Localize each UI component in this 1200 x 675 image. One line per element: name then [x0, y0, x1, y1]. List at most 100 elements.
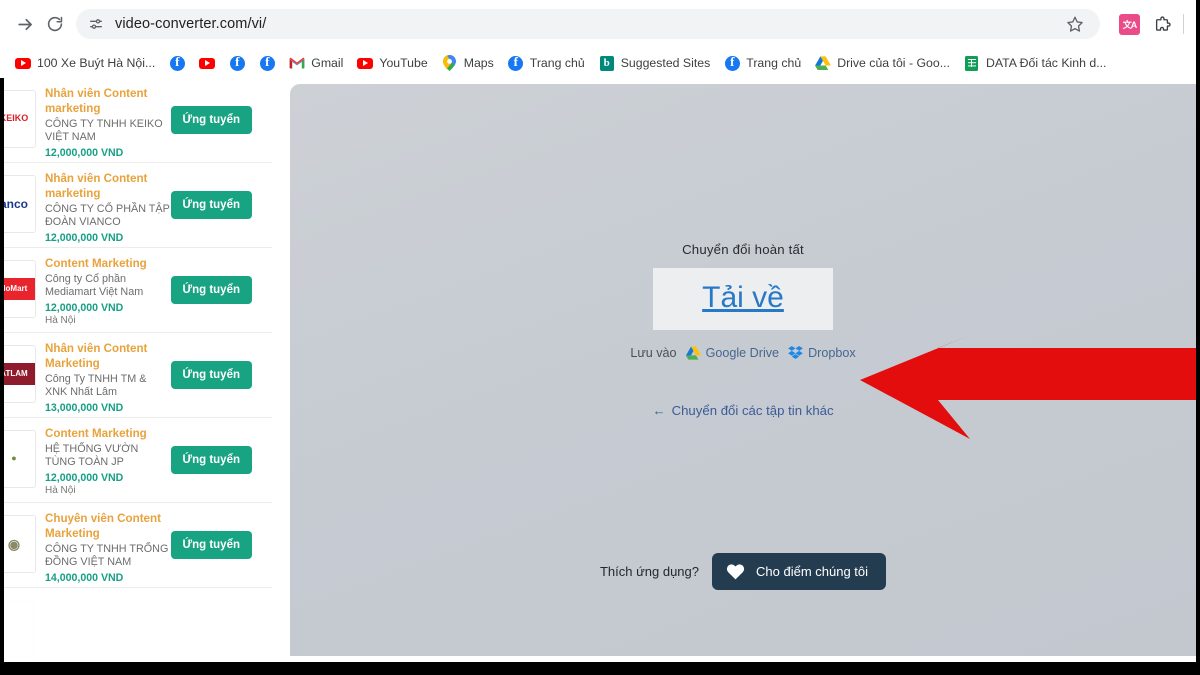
job-list-item[interactable]: ◉ Chuyên viên Content Marketing CÔNG TY …: [0, 503, 272, 588]
bookmarks-bar: 100 Xe Buýt Hà Nội... f f f Gmail YouTub…: [0, 48, 1200, 78]
bookmark-label: Maps: [463, 56, 494, 70]
save-to-label: Lưu vào: [630, 346, 677, 360]
company-logo-text: doMart: [0, 277, 35, 301]
heart-icon: [726, 563, 745, 580]
bookmark-label: Gmail: [311, 56, 344, 70]
company-logo-text: anco: [0, 197, 28, 211]
job-title: [45, 597, 262, 612]
apply-button[interactable]: Ứng tuyển: [170, 446, 252, 474]
window-border-left: [0, 78, 4, 662]
job-info: Chuyên viên Content Marketing CÔNG TY TN…: [36, 511, 171, 585]
job-list-item[interactable]: ● Content Marketing HỆ THỐNG VƯỜN TÙNG T…: [0, 418, 272, 503]
youtube-icon: [15, 55, 31, 71]
convert-other-files-link[interactable]: ← Chuyển đổi các tập tin khác: [652, 403, 833, 418]
job-company: CÔNG TY CỔ PHẦN TẬP ĐOÀN VIANCO: [45, 202, 170, 229]
toolbar-actions: 文A: [1108, 11, 1190, 37]
toolbar-divider: [1183, 14, 1184, 34]
bookmark-item-suggested-sites[interactable]: b Suggested Sites: [592, 51, 718, 75]
company-logo-text: ◉: [7, 536, 21, 552]
job-salary: 12,000,000 VND: [45, 146, 124, 159]
bookmark-label: 100 Xe Buýt Hà Nội...: [37, 56, 156, 70]
job-info: Nhân viên Content marketing CÔNG TY CỔ P…: [36, 171, 171, 245]
job-company: [45, 613, 262, 626]
job-salary: 13,000,000 VND: [45, 401, 124, 414]
job-info: [36, 596, 262, 640]
save-to-dropbox[interactable]: Dropbox: [788, 346, 856, 360]
translate-icon[interactable]: 文A: [1119, 13, 1140, 35]
apply-button[interactable]: Ứng tuyển: [170, 531, 252, 559]
bookmark-item[interactable]: [192, 51, 222, 75]
save-to-row: Lưu vào Google Drive Dropbox: [290, 346, 1196, 360]
save-to-google-drive[interactable]: Google Drive: [685, 346, 779, 360]
facebook-icon: [259, 54, 275, 71]
job-title[interactable]: Nhân viên Content marketing: [45, 87, 171, 117]
apply-button[interactable]: Ứng tuyển: [170, 191, 252, 219]
conversion-status: Chuyển đổi hoàn tất: [682, 242, 804, 257]
apply-button[interactable]: Ứng tuyển: [170, 106, 252, 134]
company-logo-text: ●: [11, 454, 17, 464]
job-location: Hà Nội: [45, 314, 76, 326]
bookmark-item-data-sheet[interactable]: DATA Đối tác Kinh d...: [957, 51, 1114, 75]
browser-window: video-converter.com/vi/ 文A 100 Xe Buýt H…: [0, 0, 1200, 675]
job-list-sidebar[interactable]: KEIKO Nhân viên Content marketing CÔNG T…: [0, 78, 272, 662]
company-logo: ATLAM: [0, 345, 36, 403]
job-title[interactable]: Chuyên viên Content Marketing: [45, 512, 171, 542]
browser-toolbar: video-converter.com/vi/ 文A: [0, 0, 1200, 48]
youtube-icon: [357, 55, 374, 71]
company-logo-text: ATLAM: [0, 362, 35, 386]
job-info: Content Marketing HỆ THỐNG VƯỜN TÙNG TOÀ…: [36, 426, 171, 496]
google-sheets-icon: [964, 55, 980, 71]
job-title[interactable]: Content Marketing: [45, 427, 171, 442]
forward-button[interactable]: [10, 9, 40, 39]
browser-chrome: video-converter.com/vi/ 文A 100 Xe Buýt H…: [0, 0, 1200, 78]
maps-pin-icon: [442, 55, 458, 71]
star-icon[interactable]: [1062, 11, 1088, 37]
reload-button[interactable]: [40, 9, 70, 39]
facebook-icon: [724, 54, 740, 71]
dropbox-label: Dropbox: [808, 346, 856, 360]
job-list-item[interactable]: doMart Content Marketing Công ty Cổ phần…: [0, 248, 272, 333]
url-text[interactable]: video-converter.com/vi/: [115, 16, 1058, 32]
job-title[interactable]: Nhân viên Content marketing: [45, 172, 171, 202]
arrow-left-icon: ←: [652, 403, 666, 418]
rate-app-row: Thích ứng dụng? Cho điểm chúng tôi: [290, 553, 1196, 590]
download-stamp[interactable]: Tải về: [653, 268, 833, 330]
bookmark-item-drive[interactable]: Drive của tôi - Goo...: [808, 51, 957, 75]
bookmark-item-youtube[interactable]: YouTube: [350, 51, 434, 75]
rate-us-button[interactable]: Cho điểm chúng tôi: [712, 553, 887, 590]
job-info: Content Marketing Công ty Cổ phần Mediam…: [36, 256, 171, 326]
company-logo: anco: [0, 175, 36, 233]
bookmark-label: Trang chủ: [746, 56, 802, 70]
job-title[interactable]: Nhân viên Content Marketing: [45, 342, 171, 372]
bookmark-item-trang-chu-2[interactable]: Trang chủ: [717, 51, 808, 75]
bookmark-item-trang-chu[interactable]: Trang chủ: [501, 51, 592, 75]
apply-button[interactable]: Ứng tuyển: [170, 276, 252, 304]
puzzle-icon[interactable]: [1149, 11, 1175, 37]
bookmark-item[interactable]: 100 Xe Buýt Hà Nội...: [8, 51, 162, 75]
job-list-item[interactable]: anco Nhân viên Content marketing CÔNG TY…: [0, 163, 272, 248]
job-company: Công Ty TNHH TM & XNK Nhất Lâm: [45, 372, 147, 399]
rate-us-label: Cho điểm chúng tôi: [756, 564, 869, 579]
translate-glyph: 文A: [1122, 19, 1137, 30]
job-list-item-partial[interactable]: [0, 588, 272, 662]
job-title[interactable]: Content Marketing: [45, 257, 171, 272]
bookmark-item-maps[interactable]: Maps: [435, 51, 501, 75]
bookmark-item-gmail[interactable]: Gmail: [282, 51, 350, 75]
bookmark-item[interactable]: [162, 51, 192, 75]
youtube-icon: [199, 55, 216, 71]
bookmark-item[interactable]: [222, 51, 252, 75]
reload-icon: [46, 15, 64, 33]
download-link[interactable]: Tải về: [683, 281, 803, 315]
bookmark-item[interactable]: [252, 51, 282, 75]
address-bar[interactable]: video-converter.com/vi/: [76, 9, 1100, 39]
convert-other-files-label: Chuyển đổi các tập tin khác: [671, 403, 834, 418]
window-border-bottom: [0, 662, 1200, 675]
job-list-item[interactable]: KEIKO Nhân viên Content marketing CÔNG T…: [0, 78, 272, 163]
tune-icon[interactable]: [86, 14, 106, 34]
apply-button[interactable]: Ứng tuyển: [170, 361, 252, 389]
company-logo: ●: [0, 430, 36, 488]
rate-question: Thích ứng dụng?: [599, 564, 700, 579]
bookmark-label: Drive của tôi - Goo...: [837, 56, 950, 70]
job-list-item[interactable]: ATLAM Nhân viên Content Marketing Công T…: [0, 333, 272, 418]
google-drive-icon: [815, 55, 832, 71]
